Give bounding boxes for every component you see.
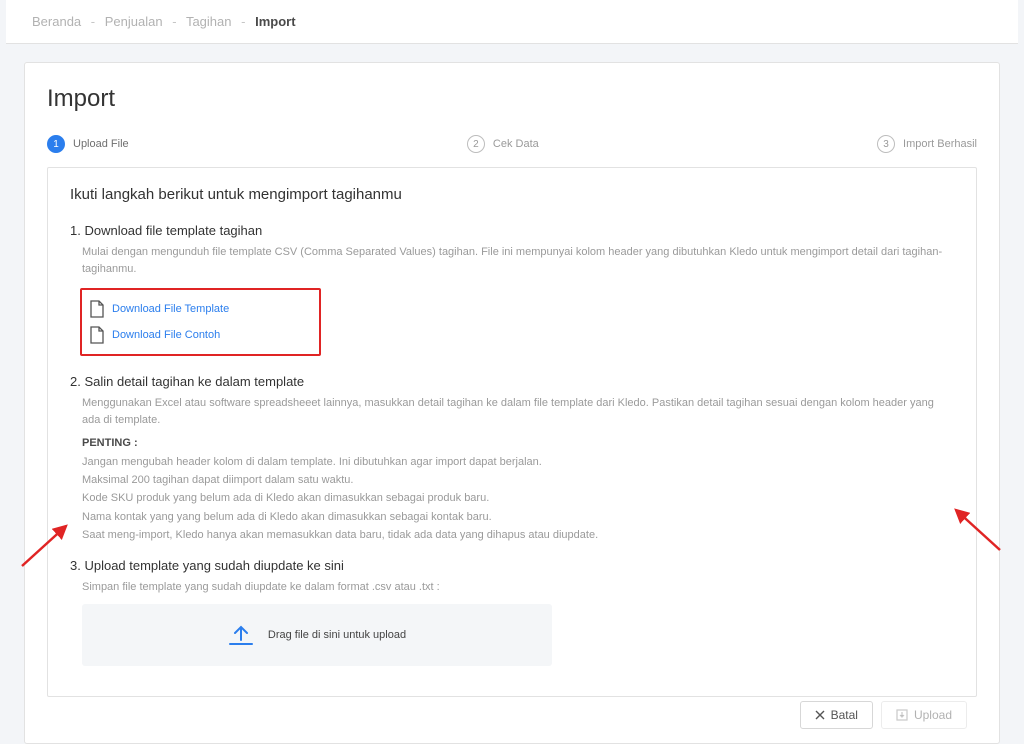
step-upload-file[interactable]: 1 Upload File [47, 135, 129, 153]
important-item: Saat meng-import, Kledo hanya akan memas… [82, 526, 954, 544]
instruction-heading: Ikuti langkah berikut untuk mengimport t… [70, 186, 954, 203]
import-card: Import 1 Upload File 2 Cek Data 3 Import… [24, 62, 1000, 744]
section-2-text: Menggunakan Excel atau software spreadsh… [82, 395, 954, 429]
file-icon [90, 326, 104, 344]
step-import-berhasil: 3 Import Berhasil [877, 135, 977, 153]
breadcrumb-current: Import [255, 14, 295, 29]
important-label: PENTING : [82, 437, 954, 449]
section-3-text: Simpan file template yang sudah diupdate… [82, 579, 954, 596]
step-number: 2 [467, 135, 485, 153]
upload-button[interactable]: Upload [881, 701, 967, 729]
download-contoh-link[interactable]: Download File Contoh [90, 322, 229, 348]
download-template-label: Download File Template [112, 303, 229, 315]
wizard-steps: 1 Upload File 2 Cek Data 3 Import Berhas… [25, 135, 999, 153]
step-label: Upload File [73, 138, 129, 150]
upload-button-label: Upload [914, 708, 952, 722]
section-1-text: Mulai dengan mengunduh file template CSV… [82, 244, 954, 278]
instructions-panel: Ikuti langkah berikut untuk mengimport t… [47, 167, 977, 697]
step-label: Cek Data [493, 138, 539, 150]
breadcrumb-sep: - [172, 14, 176, 29]
upload-dropzone[interactable]: Drag file di sini untuk upload [82, 604, 552, 666]
breadcrumb-penjualan[interactable]: Penjualan [105, 14, 163, 29]
section-3-heading: 3. Upload template yang sudah diupdate k… [70, 558, 954, 573]
important-item: Nama kontak yang yang belum ada di Kledo… [82, 508, 954, 526]
important-item: Jangan mengubah header kolom di dalam te… [82, 453, 954, 471]
upload-dropzone-label: Drag file di sini untuk upload [268, 629, 406, 641]
step-cek-data: 2 Cek Data [467, 135, 539, 153]
file-icon [90, 300, 104, 318]
important-list: Jangan mengubah header kolom di dalam te… [82, 453, 954, 544]
important-item: Maksimal 200 tagihan dapat diimport dala… [82, 471, 954, 489]
cancel-button-label: Batal [831, 708, 858, 722]
import-icon [896, 709, 908, 721]
breadcrumb-sep: - [241, 14, 245, 29]
footer-buttons: Batal Upload [800, 701, 967, 729]
section-1-heading: 1. Download file template tagihan [70, 223, 954, 238]
step-number: 1 [47, 135, 65, 153]
section-2-heading: 2. Salin detail tagihan ke dalam templat… [70, 374, 954, 389]
upload-icon [228, 624, 254, 646]
download-contoh-label: Download File Contoh [112, 329, 220, 341]
close-icon [815, 710, 825, 720]
page-title: Import [25, 85, 999, 113]
breadcrumb-tagihan[interactable]: Tagihan [186, 14, 232, 29]
download-template-link[interactable]: Download File Template [90, 296, 229, 322]
breadcrumb-beranda[interactable]: Beranda [32, 14, 81, 29]
breadcrumb-sep: - [91, 14, 95, 29]
breadcrumb: Beranda - Penjualan - Tagihan - Import [6, 0, 1018, 44]
step-number: 3 [877, 135, 895, 153]
cancel-button[interactable]: Batal [800, 701, 873, 729]
important-item: Kode SKU produk yang belum ada di Kledo … [82, 489, 954, 507]
download-links-highlight: Download File Template Download File Con… [80, 288, 321, 356]
step-label: Import Berhasil [903, 138, 977, 150]
